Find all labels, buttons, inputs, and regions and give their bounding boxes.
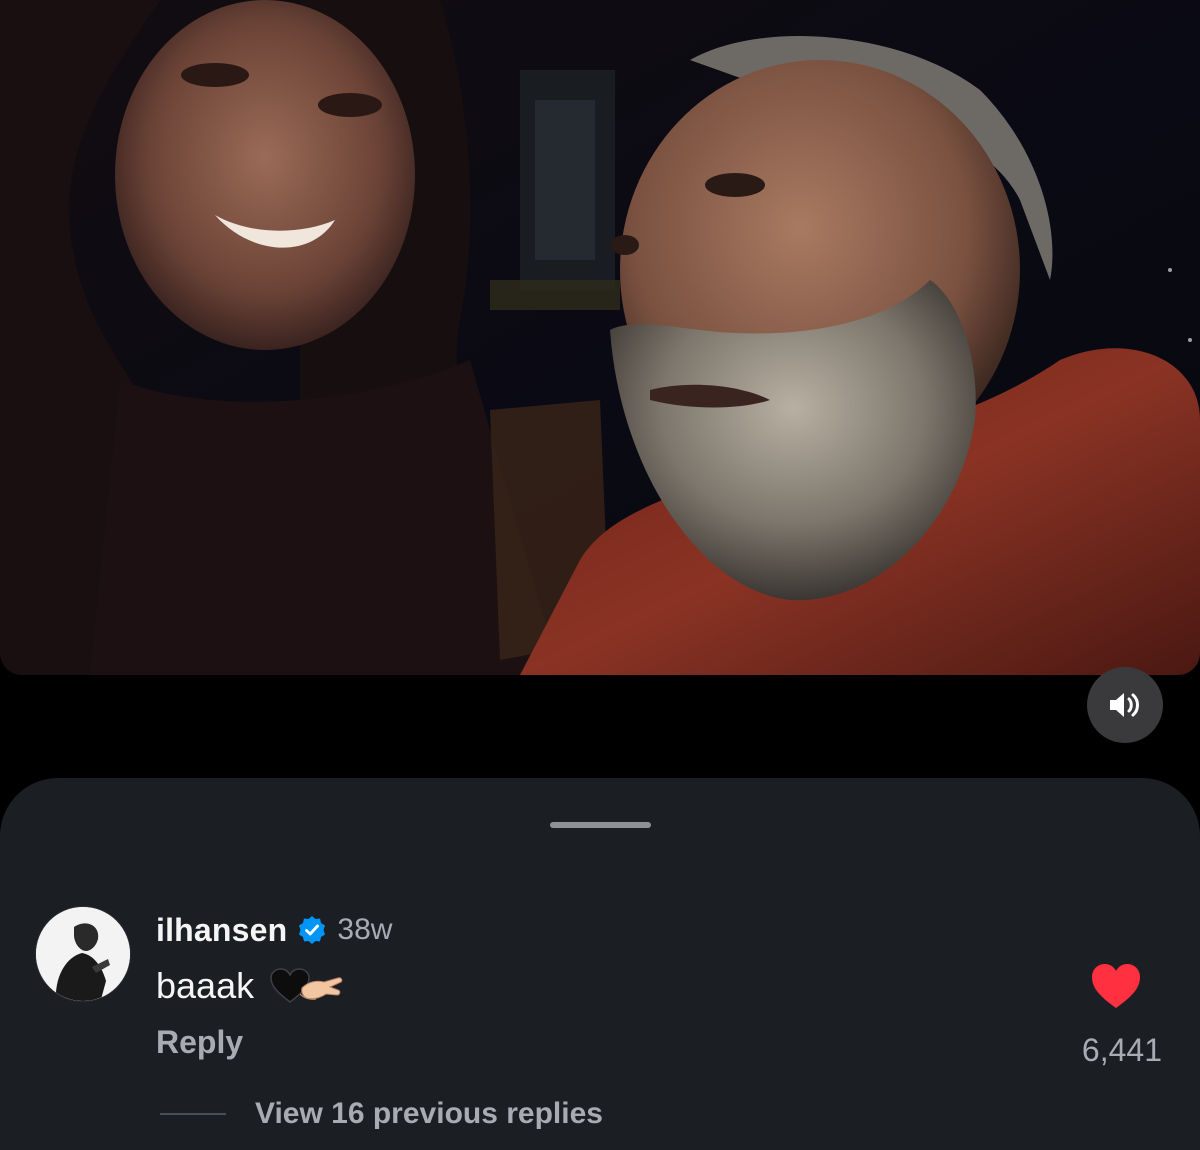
sheet-drag-handle[interactable] — [550, 822, 651, 828]
speaker-on-icon — [1110, 693, 1139, 717]
comment-header: ilhansen 38w — [156, 908, 392, 952]
video-player[interactable] — [0, 0, 1200, 675]
mute-toggle-button[interactable] — [1087, 667, 1163, 743]
view-replies-label: View 16 previous replies — [255, 1097, 603, 1130]
reply-button[interactable]: Reply — [156, 1024, 243, 1061]
heart-filled-icon[interactable] — [1090, 962, 1142, 1010]
verified-badge-icon — [299, 916, 326, 944]
post-comments-screen: ilhansen 38w baaak Reply 6,441 View 16 p… — [0, 0, 1200, 1150]
like-count: 6,441 — [1081, 1032, 1162, 1068]
comment-username[interactable]: ilhansen — [156, 912, 287, 949]
comments-sheet: ilhansen 38w baaak Reply 6,441 View 16 p… — [0, 778, 1200, 1150]
comment-body: baaak — [156, 962, 344, 1010]
view-replies-button[interactable]: View 16 previous replies — [160, 1094, 603, 1134]
replies-divider-line — [160, 1113, 226, 1115]
avatar-photo — [36, 907, 130, 1001]
comment-timestamp: 38w — [337, 913, 393, 946]
avatar[interactable] — [35, 906, 131, 1002]
pinching-hand-icon — [300, 977, 343, 1000]
comment-text: baaak — [156, 965, 255, 1006]
comment-emojis — [270, 968, 344, 1004]
video-frame — [0, 0, 1200, 675]
